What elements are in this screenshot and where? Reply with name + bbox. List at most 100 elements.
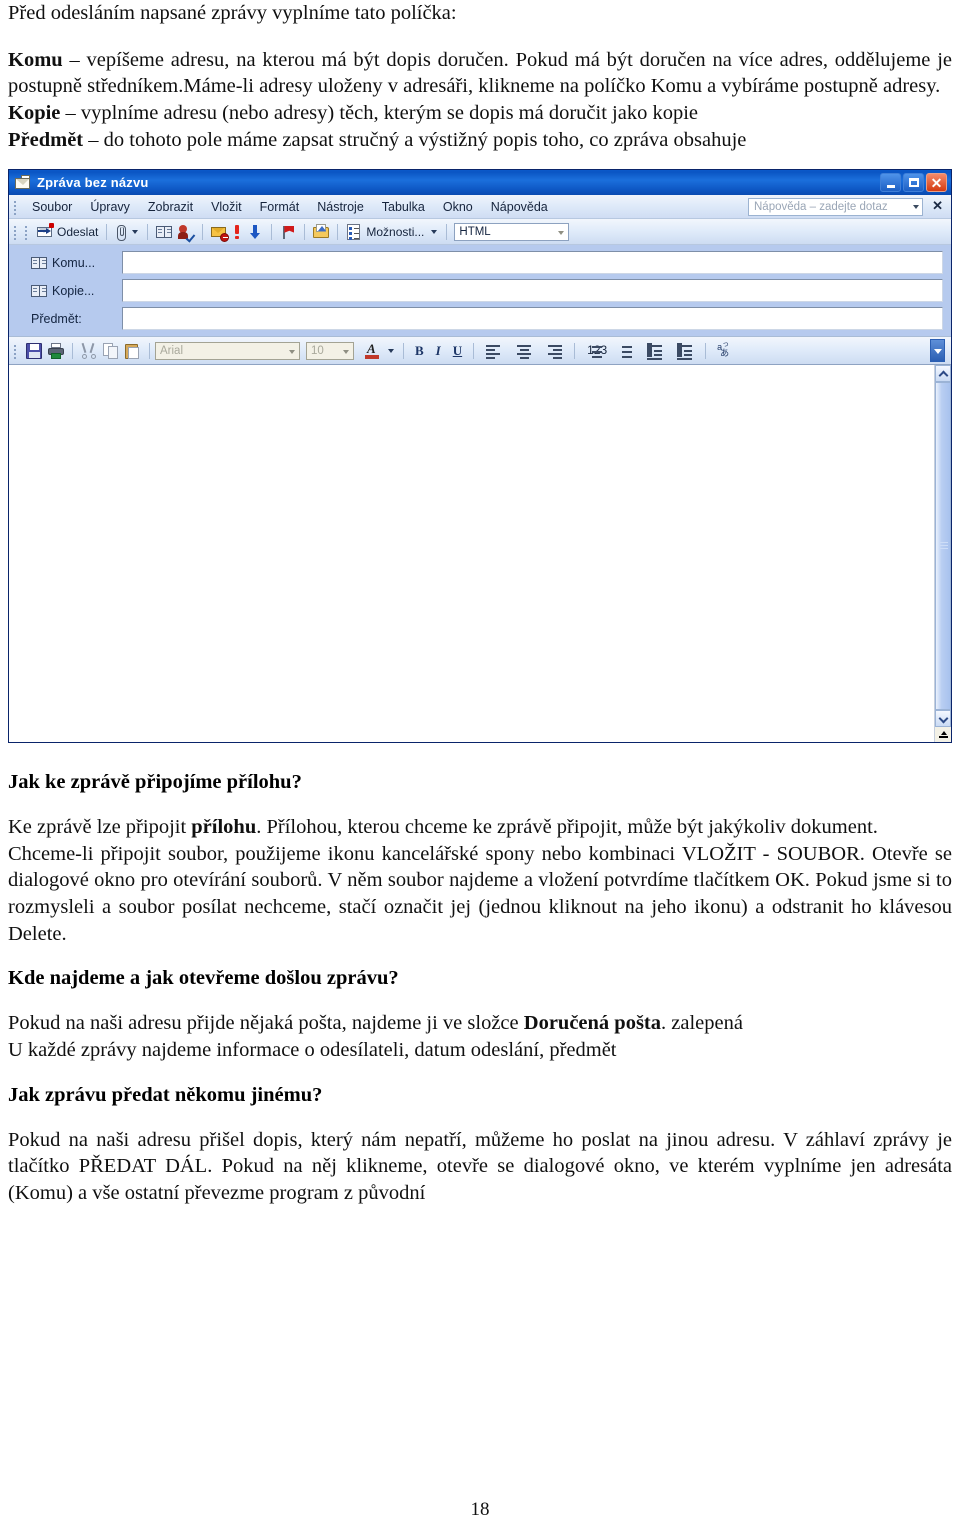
font-color-button[interactable]: A: [362, 342, 384, 360]
menu-bar: Soubor Úpravy Zobrazit Vložit Formát Nás…: [9, 195, 951, 220]
insert-file-button[interactable]: [310, 223, 332, 241]
options-button-label: Možnosti...: [366, 224, 425, 239]
menu-item-okno[interactable]: Okno: [434, 198, 482, 216]
fmt-separator-3: [403, 342, 404, 359]
scrollbar-thumb[interactable]: [935, 382, 951, 711]
predmet-paragraph: Předmět – do tohoto pole máme zapsat str…: [8, 127, 952, 154]
options-button[interactable]: Možnosti...: [343, 223, 427, 241]
fmt-separator-2: [149, 342, 150, 359]
phonetic-guide-button[interactable]: aっあ: [711, 340, 739, 359]
paste-button[interactable]: [122, 342, 144, 360]
message-body-input[interactable]: [9, 365, 934, 743]
align-right-button[interactable]: [539, 343, 569, 359]
attach-dropdown-icon[interactable]: [132, 229, 139, 234]
fmt-separator-4: [473, 342, 475, 359]
kopie-text: – vyplníme adresu (nebo adresy) těch, kt…: [60, 101, 699, 124]
font-name-select[interactable]: Arial: [155, 341, 300, 360]
send-button[interactable]: Odeslat: [34, 222, 101, 241]
flag-button[interactable]: [277, 223, 299, 241]
scroll-down-button[interactable]: [935, 710, 951, 728]
paste-icon: [125, 343, 141, 359]
menu-item-zobrazit[interactable]: Zobrazit: [139, 198, 202, 216]
toolbar-separator-7: [446, 223, 448, 240]
options-dropdown-icon[interactable]: [431, 229, 438, 234]
increase-indent-button[interactable]: [670, 342, 700, 360]
intro-line: Před odesláním napsané zprávy vyplníme t…: [8, 2, 457, 24]
heading-forward: Jak zprávu předat někomu jinému?: [8, 1083, 323, 1106]
bulleted-list-button[interactable]: [610, 343, 640, 359]
close-button[interactable]: ✕: [926, 173, 947, 193]
address-book-button[interactable]: [153, 223, 175, 241]
chevron-down-icon[interactable]: [289, 349, 295, 354]
font-size-value: 10: [311, 344, 324, 357]
inbox-p1-bold: Doručená pošta: [523, 1012, 661, 1035]
heading-inbox: Kde najdeme a jak otevřeme došlou zprávu…: [8, 967, 399, 990]
message-format-value: HTML: [459, 225, 491, 238]
attachment-paragraph-2: Chceme-li připojit soubor, použijeme iko…: [8, 842, 952, 945]
align-left-button[interactable]: [479, 343, 509, 359]
minimize-button[interactable]: [880, 173, 901, 193]
scroll-up-button[interactable]: [935, 365, 951, 383]
to-label-text: Komu...: [52, 255, 96, 270]
chevron-down-icon[interactable]: [343, 349, 349, 354]
attach-file-button[interactable]: [112, 223, 128, 241]
exclamation-icon: [233, 224, 241, 240]
message-header-fields: Komu... Kopie... Předmět:: [9, 245, 951, 337]
save-button[interactable]: [23, 342, 45, 360]
kopie-label: Kopie: [8, 101, 61, 124]
menu-item-upravy[interactable]: Úpravy: [81, 198, 139, 216]
menu-item-tabulka[interactable]: Tabulka: [373, 198, 434, 216]
printer-icon: [48, 342, 64, 359]
split-bar-button[interactable]: [935, 727, 951, 743]
message-format-select[interactable]: HTML: [454, 222, 570, 241]
align-center-button[interactable]: [509, 343, 539, 359]
attach-p1-part-c: . Přílohou, kterou chceme ke zprávě přip…: [256, 816, 878, 839]
komu-label: Komu: [8, 48, 63, 71]
scissors-icon: [81, 343, 97, 359]
cut-button[interactable]: [78, 342, 100, 360]
menu-grip-handle[interactable]: [12, 199, 19, 215]
bold-button[interactable]: B: [409, 343, 430, 359]
cc-input[interactable]: [122, 279, 943, 303]
chevron-down-icon[interactable]: [913, 205, 919, 210]
menu-item-nastroje[interactable]: Nástroje: [308, 198, 373, 216]
numbered-list-button[interactable]: 123: [580, 343, 610, 359]
menu-item-format[interactable]: Formát: [251, 198, 309, 216]
intro-paragraph: Před odesláním napsané zprávy vyplníme t…: [8, 0, 952, 27]
check-names-button[interactable]: [175, 223, 197, 243]
toolbar-grip-handle-2[interactable]: [23, 224, 30, 240]
help-search-input[interactable]: Nápověda – zadejte dotaz: [748, 198, 923, 217]
inbox-p1-part-a: Pokud na naši adresu přijde nějaká pošta…: [8, 1012, 524, 1035]
cc-field-label[interactable]: Kopie...: [17, 283, 122, 299]
cc-label-text: Kopie...: [52, 283, 95, 298]
low-importance-button[interactable]: [244, 223, 266, 241]
menu-item-vlozit[interactable]: Vložit: [202, 198, 251, 216]
toolbar-grip-handle[interactable]: [12, 224, 19, 240]
menubar-close-icon[interactable]: ✕: [932, 198, 943, 214]
to-input[interactable]: [122, 251, 943, 275]
inbox-paragraph-2: U každé zprávy najdeme informace o odesí…: [8, 1039, 617, 1062]
high-importance-button[interactable]: [230, 223, 244, 241]
chevron-down-icon[interactable]: [558, 230, 565, 235]
font-color-dropdown-icon[interactable]: [388, 348, 394, 353]
copy-button[interactable]: [100, 342, 122, 360]
fmt-grip-handle[interactable]: [12, 343, 19, 359]
menu-item-soubor[interactable]: Soubor: [23, 198, 81, 216]
italic-button[interactable]: I: [430, 343, 447, 359]
underline-button[interactable]: U: [447, 343, 468, 359]
print-button[interactable]: [45, 342, 67, 360]
vertical-scrollbar[interactable]: [934, 365, 951, 743]
toolbar-overflow-button[interactable]: [930, 339, 945, 363]
message-body-area: [9, 364, 951, 743]
font-size-select[interactable]: 10: [306, 341, 354, 360]
standard-toolbar: Odeslat Možnosti... HTML: [9, 219, 951, 246]
block-sender-button[interactable]: [208, 223, 230, 242]
phonetic-guide-icon: aっあ: [717, 340, 730, 358]
to-field-label[interactable]: Komu...: [17, 255, 122, 271]
subject-input[interactable]: [122, 307, 943, 331]
decrease-indent-button[interactable]: [640, 342, 670, 360]
maximize-button[interactable]: [903, 173, 924, 193]
menu-item-napoveda[interactable]: Nápověda: [482, 198, 557, 216]
